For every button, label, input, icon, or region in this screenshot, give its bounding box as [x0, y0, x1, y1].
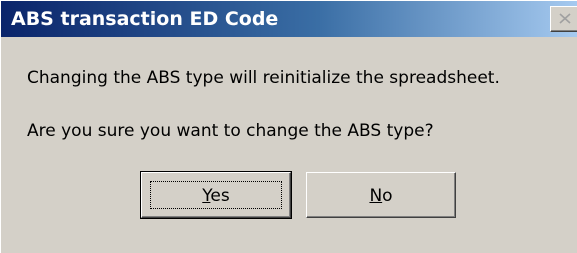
yes-label-rest: es	[210, 186, 230, 206]
no-label-rest: o	[382, 186, 393, 206]
no-mnemonic: N	[369, 186, 383, 206]
message-line-1: Changing the ABS type will reinitialize …	[27, 68, 500, 88]
dialog-window: ABS transaction ED Code Changing the ABS…	[0, 0, 577, 253]
no-button[interactable]: No	[306, 172, 456, 218]
yes-button-label: Yes	[142, 185, 290, 207]
yes-button[interactable]: Yes	[140, 171, 292, 219]
window-title: ABS transaction ED Code	[11, 8, 279, 30]
message-line-2: Are you sure you want to change the ABS …	[27, 121, 434, 141]
title-bar[interactable]: ABS transaction ED Code	[1, 1, 577, 37]
close-icon	[559, 13, 571, 24]
no-button-label: No	[307, 185, 455, 207]
close-button[interactable]	[550, 6, 577, 32]
